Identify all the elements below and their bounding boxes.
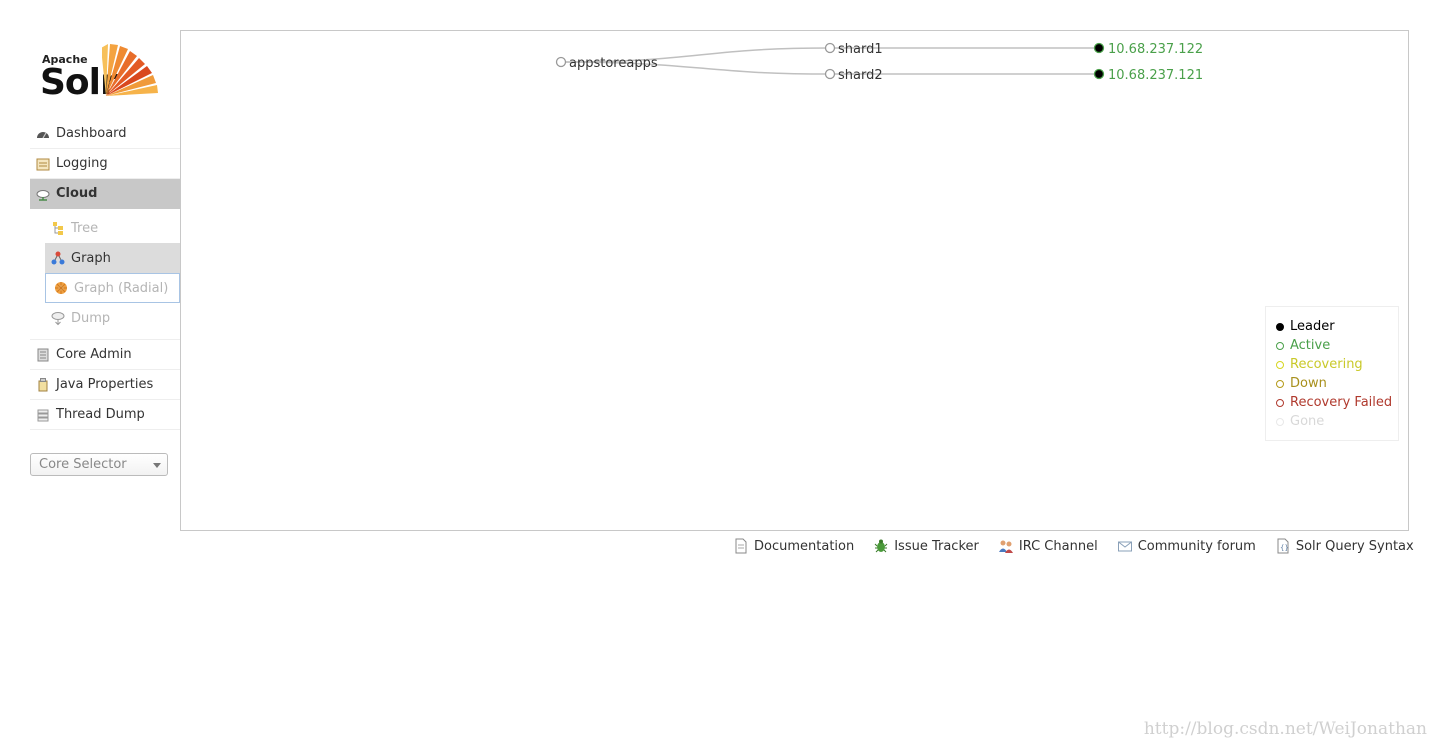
issue-tracker-label: Issue Tracker xyxy=(894,538,979,554)
graph-icon xyxy=(50,250,66,266)
nav-label-core-admin: Core Admin xyxy=(56,347,132,362)
nav-label-tree: Tree xyxy=(71,220,99,236)
active-dot-icon xyxy=(1276,341,1284,350)
nav-item-cloud[interactable]: Cloud xyxy=(30,179,180,209)
gone-dot-icon xyxy=(1276,417,1284,426)
solr-logo[interactable]: Apache Solr xyxy=(40,38,165,104)
nav-item-java-properties[interactable]: Java Properties xyxy=(30,370,180,400)
leader-dot-icon xyxy=(1276,322,1284,331)
cloud-graph-panel: appstoreapps shard1 shard2 10.68.237.122… xyxy=(180,30,1409,531)
graph-legend: Leader Active Recovering Down Recovery F… xyxy=(1265,306,1399,441)
chevron-down-icon xyxy=(153,463,161,468)
shard-node[interactable] xyxy=(824,68,836,80)
nav-label-logging: Logging xyxy=(56,156,108,171)
svg-text:{}: {} xyxy=(1280,544,1289,552)
legend-label: Recovering xyxy=(1290,357,1363,372)
nav-label-graph-radial: Graph (Radial) xyxy=(74,280,169,296)
users-icon xyxy=(998,538,1014,554)
nav-item-graph-radial[interactable]: Graph (Radial) xyxy=(45,273,180,303)
solr-sun-icon xyxy=(102,44,158,96)
legend-active: Active xyxy=(1266,336,1398,355)
nav-separator xyxy=(30,333,180,340)
nav-label-dump: Dump xyxy=(71,310,111,326)
collection-node[interactable] xyxy=(555,56,567,68)
graph-radial-icon xyxy=(53,280,69,296)
down-dot-icon xyxy=(1276,379,1284,388)
core-admin-icon xyxy=(35,347,51,363)
legend-recovering: Recovering xyxy=(1266,355,1398,374)
tree-icon xyxy=(50,220,66,236)
legend-leader: Leader xyxy=(1266,317,1398,336)
shard-label[interactable]: shard2 xyxy=(838,68,883,83)
nav-item-tree[interactable]: Tree xyxy=(45,213,180,243)
cloud-submenu: Tree Graph Graph (Radial) Dump xyxy=(30,213,180,340)
irc-channel-label: IRC Channel xyxy=(1018,538,1098,554)
nav-label-java-properties: Java Properties xyxy=(56,377,154,392)
nav-label-dashboard: Dashboard xyxy=(56,126,127,141)
query-syntax-icon: {} xyxy=(1275,538,1291,554)
core-selector-placeholder: Core Selector xyxy=(39,457,127,472)
java-properties-icon xyxy=(35,377,51,393)
shard-label[interactable]: shard1 xyxy=(838,42,883,57)
legend-gone: Gone xyxy=(1266,412,1398,431)
issue-tracker-link[interactable]: Issue Tracker xyxy=(873,538,979,554)
core-selector-dropdown[interactable]: Core Selector xyxy=(30,453,168,476)
nav-item-graph[interactable]: Graph xyxy=(45,243,180,273)
legend-label: Active xyxy=(1290,338,1331,353)
documentation-label: Documentation xyxy=(754,538,855,554)
community-forum-link[interactable]: Community forum xyxy=(1117,538,1256,554)
nav-item-dashboard[interactable]: Dashboard xyxy=(30,119,180,149)
legend-label: Recovery Failed xyxy=(1290,395,1393,410)
sidebar-nav: Dashboard Logging Cloud Tree Graph Graph… xyxy=(30,119,180,430)
documentation-link[interactable]: Documentation xyxy=(733,538,854,554)
logging-icon xyxy=(35,156,51,172)
cloud-icon xyxy=(35,186,51,202)
nav-label-graph: Graph xyxy=(71,250,111,266)
document-icon xyxy=(733,538,749,554)
dashboard-icon xyxy=(35,126,51,142)
collection-label[interactable]: appstoreapps xyxy=(569,56,658,71)
nav-item-thread-dump[interactable]: Thread Dump xyxy=(30,400,180,430)
replica-node[interactable] xyxy=(1093,68,1105,80)
replica-label[interactable]: 10.68.237.122 xyxy=(1108,42,1203,57)
irc-channel-link[interactable]: IRC Channel xyxy=(998,538,1098,554)
replica-label[interactable]: 10.68.237.121 xyxy=(1108,68,1203,83)
replica-node[interactable] xyxy=(1093,42,1105,54)
footer-links: Documentation Issue Tracker IRC Channel … xyxy=(733,536,1414,556)
dump-icon xyxy=(50,310,66,326)
thread-dump-icon xyxy=(35,407,51,423)
recovering-dot-icon xyxy=(1276,360,1284,369)
bug-icon xyxy=(873,538,889,554)
query-syntax-label: Solr Query Syntax xyxy=(1295,538,1414,554)
shard-node[interactable] xyxy=(824,42,836,54)
nav-item-dump[interactable]: Dump xyxy=(45,303,180,333)
cloud-graph-svg: appstoreapps shard1 shard2 10.68.237.122… xyxy=(555,42,1203,83)
nav-item-core-admin[interactable]: Core Admin xyxy=(30,340,180,370)
legend-label: Down xyxy=(1290,376,1327,391)
community-forum-label: Community forum xyxy=(1137,538,1256,554)
recovery-failed-dot-icon xyxy=(1276,398,1284,407)
nav-label-thread-dump: Thread Dump xyxy=(56,407,145,422)
legend-label: Leader xyxy=(1290,319,1335,334)
mail-icon xyxy=(1117,538,1133,554)
watermark: http://blog.csdn.net/WeiJonathan xyxy=(1143,719,1427,739)
nav-label-cloud: Cloud xyxy=(56,186,98,201)
legend-label: Gone xyxy=(1290,414,1325,429)
legend-down: Down xyxy=(1266,374,1398,393)
query-syntax-link[interactable]: {} Solr Query Syntax xyxy=(1275,538,1414,554)
legend-recovery-failed: Recovery Failed xyxy=(1266,393,1398,412)
nav-item-logging[interactable]: Logging xyxy=(30,149,180,179)
